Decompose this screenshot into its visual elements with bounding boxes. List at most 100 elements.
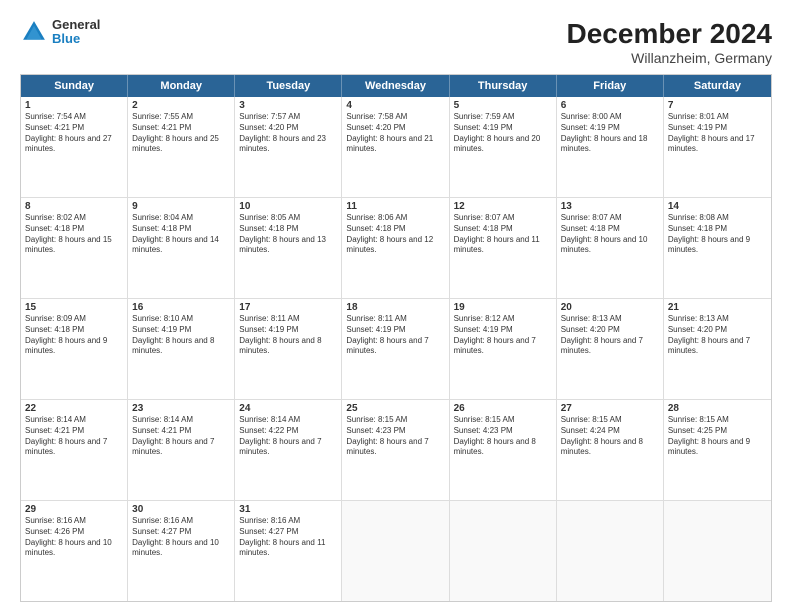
title-block: December 2024 Willanzheim, Germany xyxy=(567,18,772,66)
day-cell-23: 23Sunrise: 8:14 AMSunset: 4:21 PMDayligh… xyxy=(128,400,235,500)
day-cell-27: 27Sunrise: 8:15 AMSunset: 4:24 PMDayligh… xyxy=(557,400,664,500)
day-info: Sunrise: 8:11 AMSunset: 4:19 PMDaylight:… xyxy=(346,314,444,357)
day-number: 14 xyxy=(668,201,767,212)
logo-blue: Blue xyxy=(52,32,100,46)
day-info: Sunrise: 8:00 AMSunset: 4:19 PMDaylight:… xyxy=(561,112,659,155)
day-cell-9: 9Sunrise: 8:04 AMSunset: 4:18 PMDaylight… xyxy=(128,198,235,298)
day-number: 6 xyxy=(561,100,659,111)
day-cell-15: 15Sunrise: 8:09 AMSunset: 4:18 PMDayligh… xyxy=(21,299,128,399)
calendar-row-5: 29Sunrise: 8:16 AMSunset: 4:26 PMDayligh… xyxy=(21,500,771,601)
day-number: 23 xyxy=(132,403,230,414)
day-cell-4: 4Sunrise: 7:58 AMSunset: 4:20 PMDaylight… xyxy=(342,97,449,197)
day-info: Sunrise: 7:57 AMSunset: 4:20 PMDaylight:… xyxy=(239,112,337,155)
day-number: 16 xyxy=(132,302,230,313)
day-info: Sunrise: 8:15 AMSunset: 4:25 PMDaylight:… xyxy=(668,415,767,458)
day-info: Sunrise: 8:12 AMSunset: 4:19 PMDaylight:… xyxy=(454,314,552,357)
day-info: Sunrise: 8:16 AMSunset: 4:27 PMDaylight:… xyxy=(132,516,230,559)
day-info: Sunrise: 7:59 AMSunset: 4:19 PMDaylight:… xyxy=(454,112,552,155)
calendar-row-4: 22Sunrise: 8:14 AMSunset: 4:21 PMDayligh… xyxy=(21,399,771,500)
calendar-body: 1Sunrise: 7:54 AMSunset: 4:21 PMDaylight… xyxy=(21,97,771,601)
day-number: 1 xyxy=(25,100,123,111)
day-info: Sunrise: 8:01 AMSunset: 4:19 PMDaylight:… xyxy=(668,112,767,155)
empty-cell xyxy=(450,501,557,601)
calendar: SundayMondayTuesdayWednesdayThursdayFrid… xyxy=(20,74,772,602)
empty-cell xyxy=(342,501,449,601)
day-cell-31: 31Sunrise: 8:16 AMSunset: 4:27 PMDayligh… xyxy=(235,501,342,601)
day-cell-25: 25Sunrise: 8:15 AMSunset: 4:23 PMDayligh… xyxy=(342,400,449,500)
day-cell-21: 21Sunrise: 8:13 AMSunset: 4:20 PMDayligh… xyxy=(664,299,771,399)
day-cell-1: 1Sunrise: 7:54 AMSunset: 4:21 PMDaylight… xyxy=(21,97,128,197)
day-info: Sunrise: 8:08 AMSunset: 4:18 PMDaylight:… xyxy=(668,213,767,256)
day-number: 31 xyxy=(239,504,337,515)
day-info: Sunrise: 8:16 AMSunset: 4:26 PMDaylight:… xyxy=(25,516,123,559)
day-header-monday: Monday xyxy=(128,75,235,97)
day-number: 13 xyxy=(561,201,659,212)
day-number: 5 xyxy=(454,100,552,111)
day-info: Sunrise: 8:15 AMSunset: 4:24 PMDaylight:… xyxy=(561,415,659,458)
day-number: 8 xyxy=(25,201,123,212)
day-number: 27 xyxy=(561,403,659,414)
day-info: Sunrise: 8:07 AMSunset: 4:18 PMDaylight:… xyxy=(454,213,552,256)
day-cell-5: 5Sunrise: 7:59 AMSunset: 4:19 PMDaylight… xyxy=(450,97,557,197)
day-cell-17: 17Sunrise: 8:11 AMSunset: 4:19 PMDayligh… xyxy=(235,299,342,399)
day-number: 3 xyxy=(239,100,337,111)
day-info: Sunrise: 8:09 AMSunset: 4:18 PMDaylight:… xyxy=(25,314,123,357)
day-info: Sunrise: 7:54 AMSunset: 4:21 PMDaylight:… xyxy=(25,112,123,155)
day-info: Sunrise: 8:14 AMSunset: 4:22 PMDaylight:… xyxy=(239,415,337,458)
day-info: Sunrise: 8:15 AMSunset: 4:23 PMDaylight:… xyxy=(454,415,552,458)
day-header-sunday: Sunday xyxy=(21,75,128,97)
day-cell-7: 7Sunrise: 8:01 AMSunset: 4:19 PMDaylight… xyxy=(664,97,771,197)
day-cell-29: 29Sunrise: 8:16 AMSunset: 4:26 PMDayligh… xyxy=(21,501,128,601)
day-number: 10 xyxy=(239,201,337,212)
day-number: 29 xyxy=(25,504,123,515)
day-cell-19: 19Sunrise: 8:12 AMSunset: 4:19 PMDayligh… xyxy=(450,299,557,399)
logo-icon xyxy=(20,18,48,46)
day-number: 26 xyxy=(454,403,552,414)
day-cell-3: 3Sunrise: 7:57 AMSunset: 4:20 PMDaylight… xyxy=(235,97,342,197)
day-info: Sunrise: 8:11 AMSunset: 4:19 PMDaylight:… xyxy=(239,314,337,357)
day-info: Sunrise: 8:02 AMSunset: 4:18 PMDaylight:… xyxy=(25,213,123,256)
day-info: Sunrise: 7:55 AMSunset: 4:21 PMDaylight:… xyxy=(132,112,230,155)
day-number: 28 xyxy=(668,403,767,414)
day-number: 19 xyxy=(454,302,552,313)
day-cell-8: 8Sunrise: 8:02 AMSunset: 4:18 PMDaylight… xyxy=(21,198,128,298)
day-cell-18: 18Sunrise: 8:11 AMSunset: 4:19 PMDayligh… xyxy=(342,299,449,399)
day-cell-24: 24Sunrise: 8:14 AMSunset: 4:22 PMDayligh… xyxy=(235,400,342,500)
day-cell-14: 14Sunrise: 8:08 AMSunset: 4:18 PMDayligh… xyxy=(664,198,771,298)
day-number: 24 xyxy=(239,403,337,414)
day-info: Sunrise: 8:13 AMSunset: 4:20 PMDaylight:… xyxy=(668,314,767,357)
day-number: 11 xyxy=(346,201,444,212)
day-number: 22 xyxy=(25,403,123,414)
day-info: Sunrise: 8:06 AMSunset: 4:18 PMDaylight:… xyxy=(346,213,444,256)
day-header-saturday: Saturday xyxy=(664,75,771,97)
day-info: Sunrise: 8:10 AMSunset: 4:19 PMDaylight:… xyxy=(132,314,230,357)
empty-cell xyxy=(664,501,771,601)
day-cell-16: 16Sunrise: 8:10 AMSunset: 4:19 PMDayligh… xyxy=(128,299,235,399)
day-number: 21 xyxy=(668,302,767,313)
day-info: Sunrise: 7:58 AMSunset: 4:20 PMDaylight:… xyxy=(346,112,444,155)
day-header-tuesday: Tuesday xyxy=(235,75,342,97)
day-info: Sunrise: 8:07 AMSunset: 4:18 PMDaylight:… xyxy=(561,213,659,256)
logo: General Blue xyxy=(20,18,100,47)
day-cell-28: 28Sunrise: 8:15 AMSunset: 4:25 PMDayligh… xyxy=(664,400,771,500)
day-info: Sunrise: 8:14 AMSunset: 4:21 PMDaylight:… xyxy=(132,415,230,458)
day-cell-26: 26Sunrise: 8:15 AMSunset: 4:23 PMDayligh… xyxy=(450,400,557,500)
day-cell-13: 13Sunrise: 8:07 AMSunset: 4:18 PMDayligh… xyxy=(557,198,664,298)
day-cell-20: 20Sunrise: 8:13 AMSunset: 4:20 PMDayligh… xyxy=(557,299,664,399)
day-number: 9 xyxy=(132,201,230,212)
day-header-thursday: Thursday xyxy=(450,75,557,97)
logo-general: General xyxy=(52,18,100,32)
day-number: 17 xyxy=(239,302,337,313)
day-info: Sunrise: 8:04 AMSunset: 4:18 PMDaylight:… xyxy=(132,213,230,256)
calendar-row-2: 8Sunrise: 8:02 AMSunset: 4:18 PMDaylight… xyxy=(21,197,771,298)
day-info: Sunrise: 8:16 AMSunset: 4:27 PMDaylight:… xyxy=(239,516,337,559)
header: General Blue December 2024 Willanzheim, … xyxy=(20,18,772,66)
day-cell-10: 10Sunrise: 8:05 AMSunset: 4:18 PMDayligh… xyxy=(235,198,342,298)
day-info: Sunrise: 8:14 AMSunset: 4:21 PMDaylight:… xyxy=(25,415,123,458)
day-cell-6: 6Sunrise: 8:00 AMSunset: 4:19 PMDaylight… xyxy=(557,97,664,197)
empty-cell xyxy=(557,501,664,601)
day-info: Sunrise: 8:05 AMSunset: 4:18 PMDaylight:… xyxy=(239,213,337,256)
day-cell-11: 11Sunrise: 8:06 AMSunset: 4:18 PMDayligh… xyxy=(342,198,449,298)
day-number: 4 xyxy=(346,100,444,111)
page-title: December 2024 xyxy=(567,18,772,50)
